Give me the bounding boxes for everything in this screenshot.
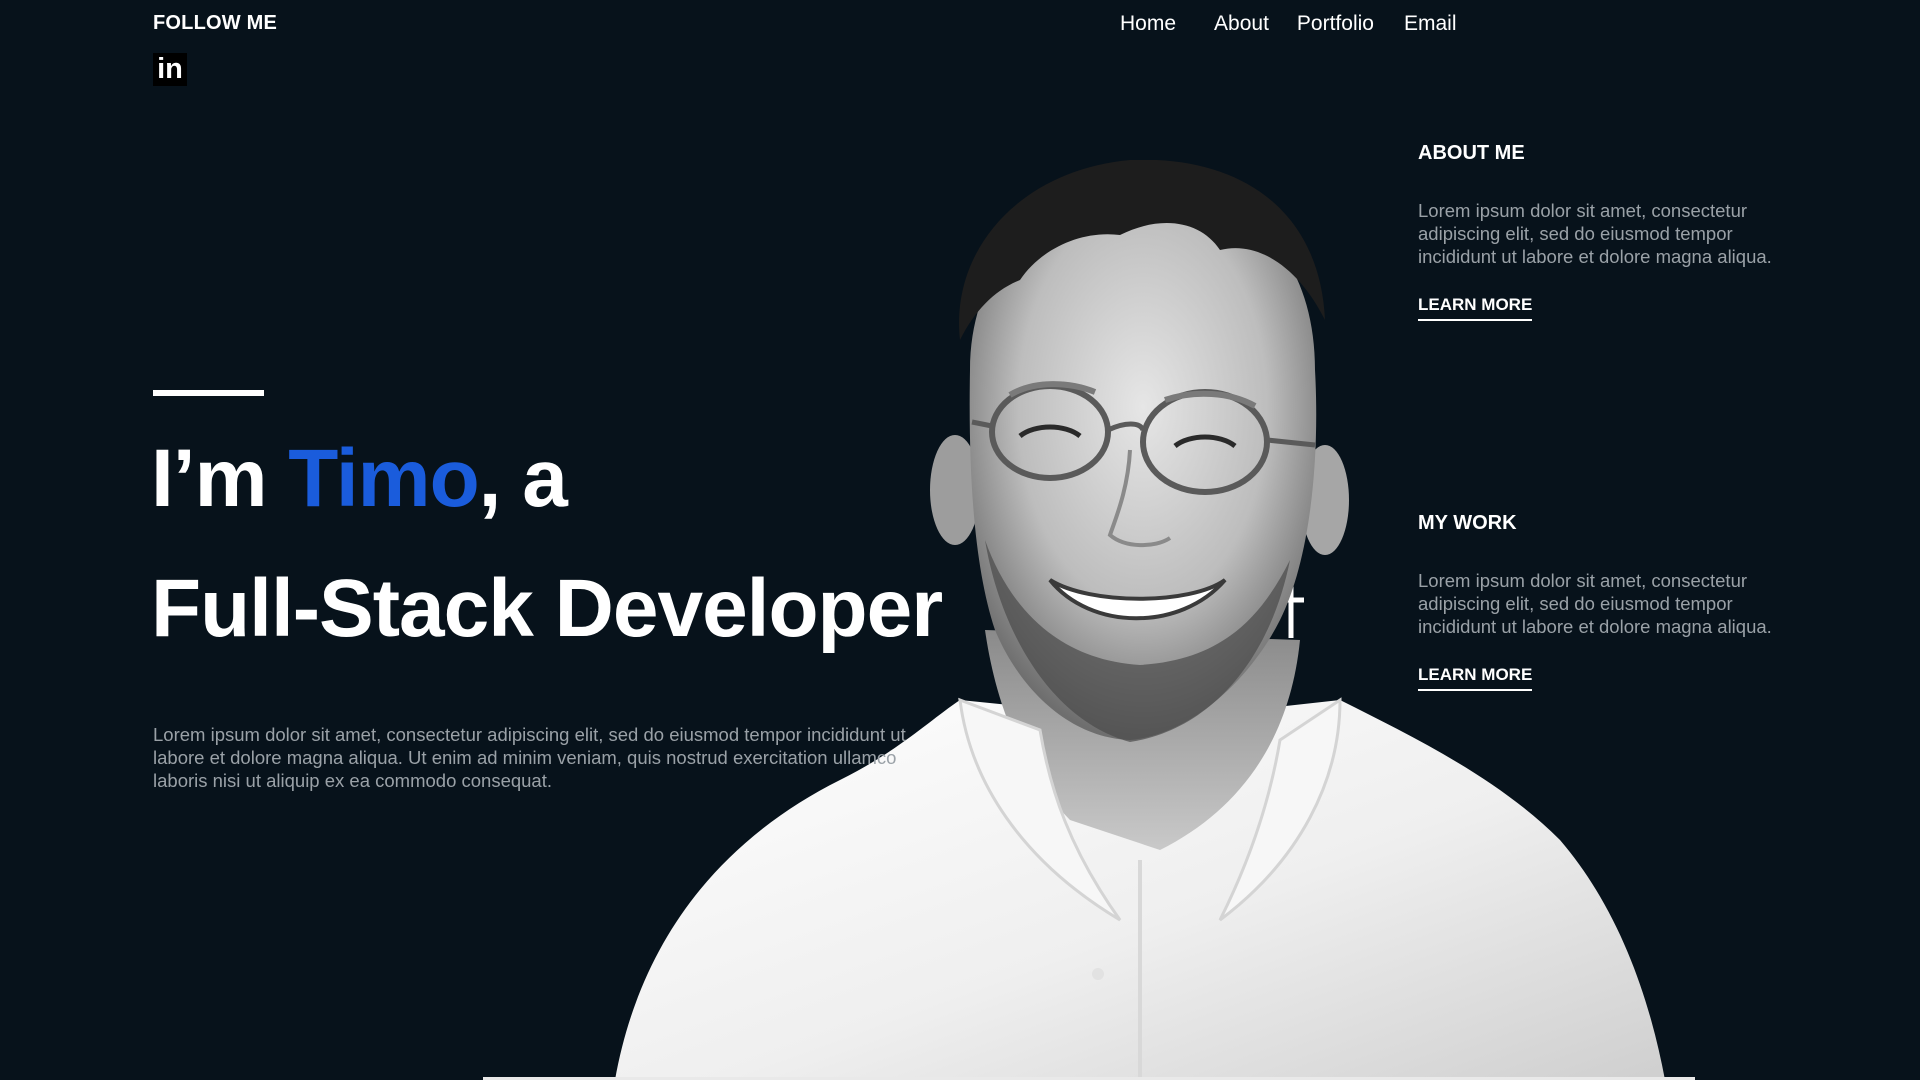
- nav-about-link[interactable]: About: [1214, 12, 1269, 36]
- hero-accent-line: [153, 390, 264, 396]
- nav-portfolio-link[interactable]: Portfolio: [1297, 12, 1374, 36]
- main-nav: Home About Portfolio Email: [1120, 12, 1456, 36]
- work-text: Lorem ipsum dolor sit amet, consectetur …: [1418, 570, 1772, 637]
- hero-role: Full-Stack Developer: [151, 563, 943, 654]
- hero-prefix: I’m: [151, 433, 289, 524]
- work-section: MY WORK Lorem ipsum dolor sit amet, cons…: [1418, 512, 1778, 691]
- about-section: ABOUT ME Lorem ipsum dolor sit amet, con…: [1418, 142, 1778, 321]
- hero-suffix: , a: [478, 433, 568, 524]
- hero-description: Lorem ipsum dolor sit amet, consectetur …: [153, 724, 906, 791]
- linkedin-icon-label: in: [157, 53, 183, 85]
- about-title: ABOUT ME: [1418, 142, 1525, 164]
- hero-heading: I’m Timo, a: [151, 438, 568, 520]
- linkedin-icon[interactable]: in: [153, 53, 187, 86]
- nav-email-link[interactable]: Email: [1404, 12, 1457, 36]
- work-title: MY WORK: [1418, 512, 1517, 534]
- portfolio-page: FOLLOW ME in Home About Portfolio Email: [0, 0, 1920, 1080]
- about-text: Lorem ipsum dolor sit amet, consectetur …: [1418, 200, 1772, 267]
- work-learn-more-link[interactable]: LEARN MORE: [1418, 665, 1533, 691]
- hero-name: Timo: [288, 433, 479, 524]
- follow-me-label: FOLLOW ME: [153, 12, 277, 34]
- about-learn-more-link[interactable]: LEARN MORE: [1418, 295, 1533, 321]
- nav-home-link[interactable]: Home: [1120, 12, 1176, 36]
